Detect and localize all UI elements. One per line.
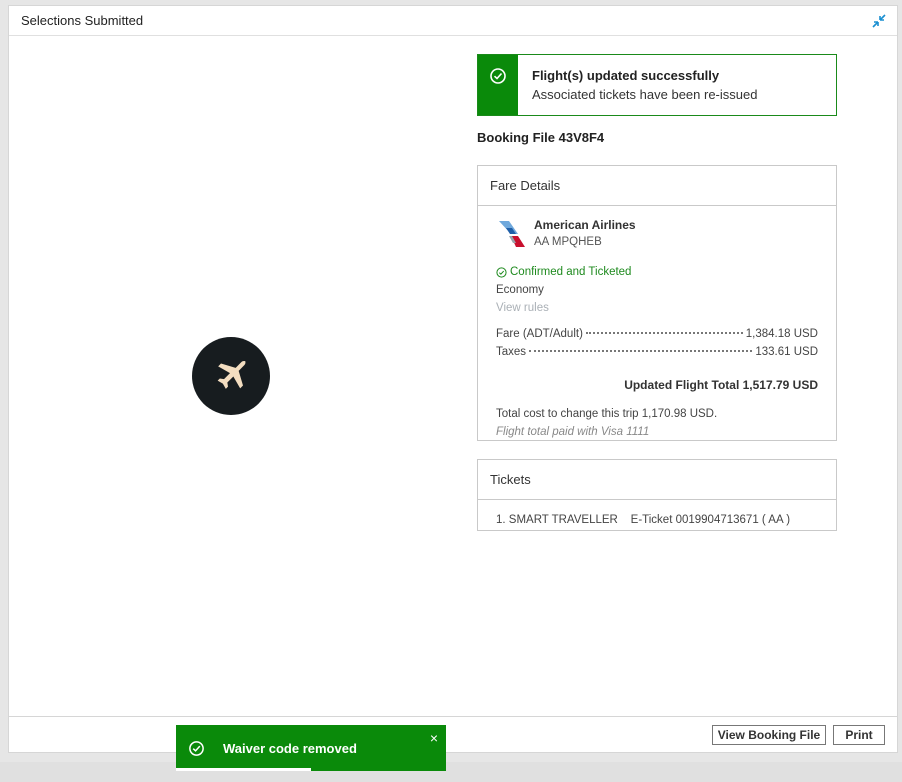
check-circle-icon [189,740,204,756]
airline-row: American Airlines AA MPQHEB [496,218,818,250]
toast-progress-bar [176,768,311,771]
modal-footer: View Booking File Print [9,716,897,752]
plane-badge [192,337,270,415]
fare-label: Fare (ADT/Adult) [496,328,583,340]
american-airlines-logo [499,221,525,247]
taxes-amount: 133.61 USD [755,346,818,358]
collapse-icon[interactable] [871,13,887,29]
tickets-card: Tickets 1. SMART TRAVELLER E-Ticket 0019… [477,459,837,531]
print-button[interactable]: Print [833,725,885,745]
banner-subtitle: Associated tickets have been re-issued [532,87,758,102]
status-text: Confirmed and Ticketed [510,266,632,278]
fare-details-header: Fare Details [478,166,836,206]
toast-message: Waiver code removed [223,740,357,756]
confirmation-code: AA MPQHEB [534,236,602,248]
leader-dots [585,332,743,334]
check-circle-icon [490,68,506,84]
close-icon[interactable]: × [430,730,438,746]
fare-details-card: Fare Details American Airlines AA MPQHEB [477,165,837,441]
fare-amount: 1,384.18 USD [745,328,818,340]
selections-modal: Selections Submitted Flight(s) updated s… [9,6,897,752]
payment-note: Flight total paid with Visa 1111 [496,426,650,438]
background-strip [0,762,902,782]
booking-file-label: Booking File 43V8F4 [477,130,605,145]
flight-total: Updated Flight Total 1,517.79 USD [624,378,818,392]
modal-header: Selections Submitted [9,6,897,36]
toast-notification: Waiver code removed × [176,725,446,771]
airline-name: American Airlines [534,218,636,232]
banner-icon-bar [478,55,518,115]
fare-row: Fare (ADT/Adult) 1,384.18 USD [496,328,818,340]
cabin-class: Economy [496,284,544,296]
ticket-row: 1. SMART TRAVELLER E-Ticket 001990471367… [496,514,791,526]
airplane-icon [217,360,246,389]
modal-title: Selections Submitted [21,13,144,28]
view-rules-link[interactable]: View rules [496,302,818,314]
banner-title: Flight(s) updated successfully [532,68,720,83]
success-banner: Flight(s) updated successfully Associate… [477,54,837,116]
taxes-label: Taxes [496,346,527,358]
view-booking-file-button[interactable]: View Booking File [712,725,826,745]
leader-dots [529,350,753,352]
change-cost: Total cost to change this trip 1,170.98 … [496,408,718,420]
check-circle-icon [496,266,507,278]
ticket-status: Confirmed and Ticketed [496,266,818,278]
tickets-header: Tickets [478,460,836,500]
results-column: Flight(s) updated successfully Associate… [477,54,837,531]
taxes-row: Taxes 133.61 USD [496,346,818,358]
